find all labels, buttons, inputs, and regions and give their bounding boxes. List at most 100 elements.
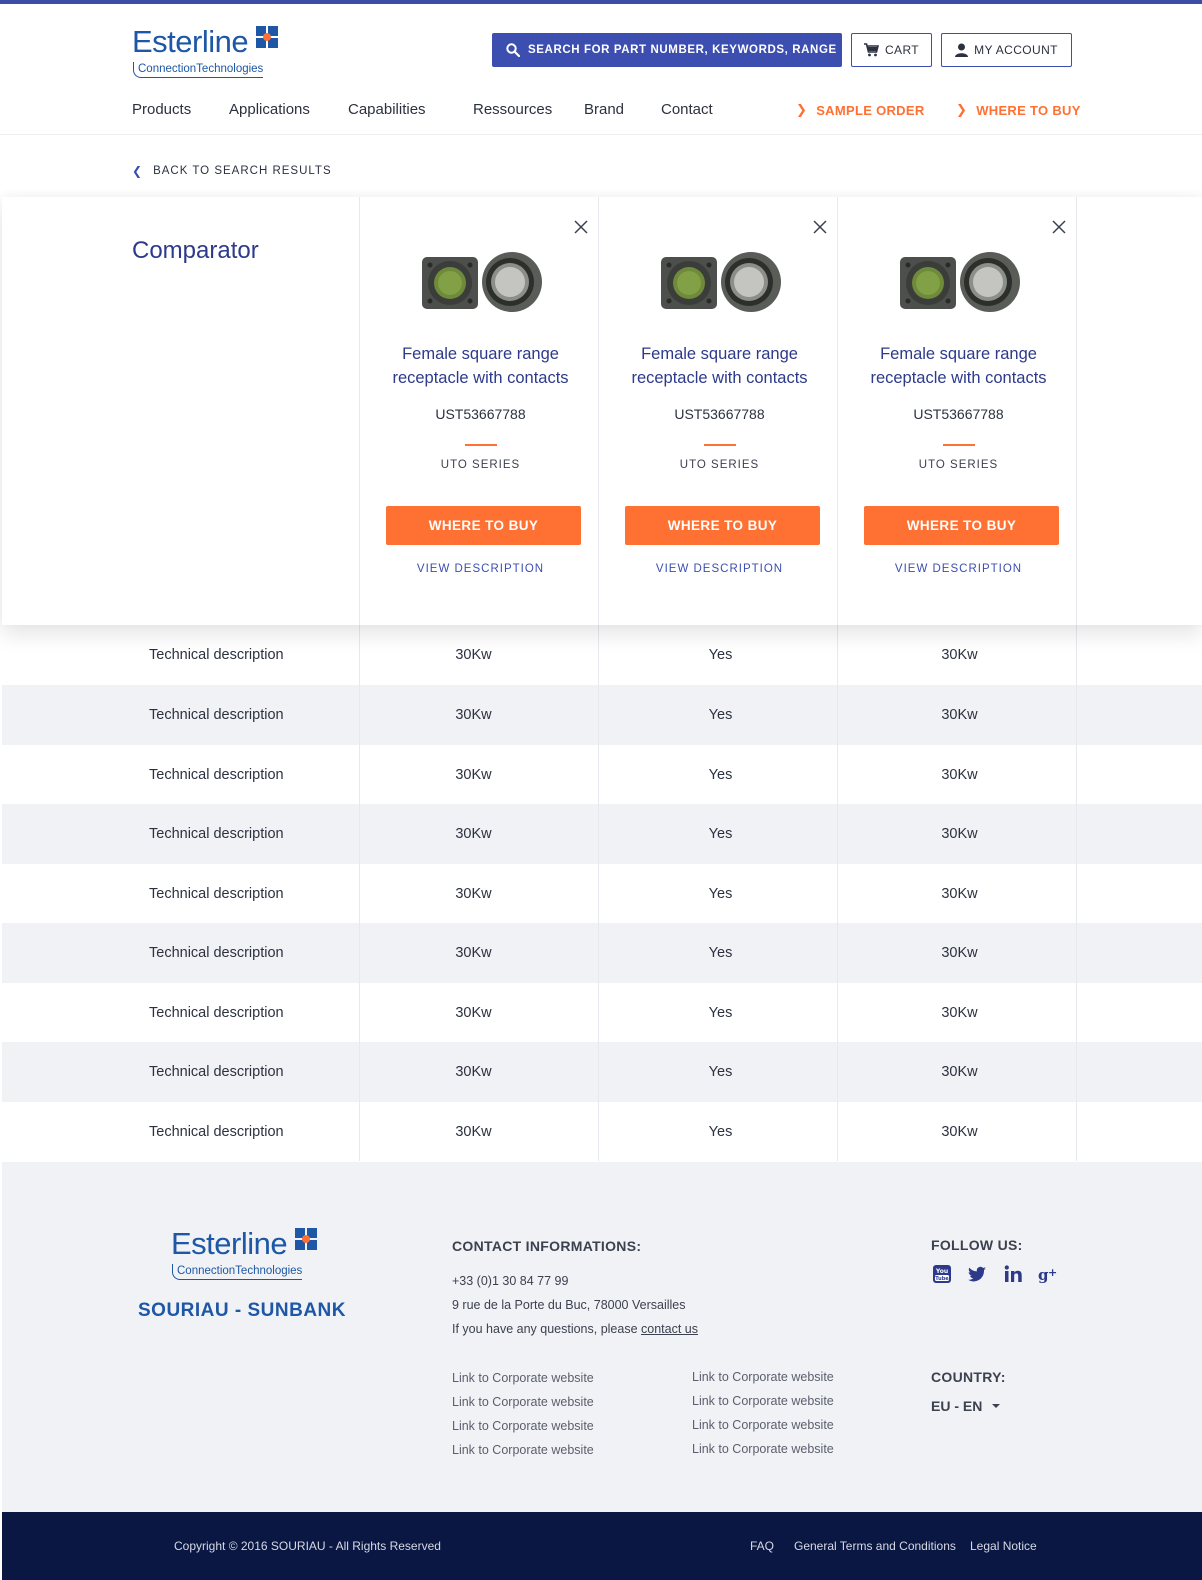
close-icon[interactable] <box>573 219 589 235</box>
faq-link[interactable]: FAQ <box>750 1539 774 1553</box>
chevron-right-icon: ❯ <box>796 102 808 117</box>
back-to-search-link[interactable]: ❮ BACK TO SEARCH RESULTS <box>132 164 332 178</box>
legal-notice-link[interactable]: Legal Notice <box>970 1539 1037 1553</box>
corporate-link[interactable]: Link to Corporate website <box>692 1418 834 1432</box>
product-series: UTO SERIES <box>679 459 760 471</box>
nav-products[interactable]: Products <box>132 101 191 118</box>
where-to-buy-button[interactable]: WHERE TO BUY <box>386 506 581 545</box>
product-column: Female square range receptacle with cont… <box>599 197 840 625</box>
corporate-link[interactable]: Link to Corporate website <box>452 1419 594 1433</box>
table-row: Technical description 30Kw Yes 30Kw <box>2 745 1202 805</box>
connector-image <box>900 252 1020 312</box>
row-value: Yes <box>708 1005 733 1021</box>
country-select[interactable]: EU - EN <box>931 1398 1001 1414</box>
nav-applications[interactable]: Applications <box>229 101 310 118</box>
contact-heading: CONTACT INFORMATIONS: <box>452 1238 642 1254</box>
close-icon[interactable] <box>812 219 828 235</box>
corporate-link[interactable]: Link to Corporate website <box>692 1442 834 1456</box>
nav-ressources[interactable]: Ressources <box>473 101 552 118</box>
row-value: 30Kw <box>455 1064 492 1080</box>
product-name-line: receptacle with contacts <box>631 369 808 387</box>
table-row: Technical description 30Kw Yes 30Kw <box>2 1042 1202 1102</box>
row-value: Yes <box>708 1124 733 1140</box>
row-label: Technical description <box>149 1124 284 1140</box>
row-value: 30Kw <box>455 886 492 902</box>
table-divider <box>598 625 599 1161</box>
terms-link[interactable]: General Terms and Conditions <box>794 1539 956 1553</box>
cart-button[interactable]: CART <box>851 33 932 67</box>
contact-address: 9 rue de la Porte du Buc, 78000 Versaill… <box>452 1298 686 1312</box>
cart-label: CART <box>884 43 920 57</box>
svg-text:+: + <box>1048 1266 1057 1279</box>
row-label: Technical description <box>149 647 284 663</box>
row-value: Yes <box>708 707 733 723</box>
copyright-text: Copyright © 2016 SOURIAU - All Rights Re… <box>174 1539 441 1553</box>
product-series: UTO SERIES <box>440 459 521 471</box>
where-to-buy-button[interactable]: WHERE TO BUY <box>864 506 1059 545</box>
corporate-link[interactable]: Link to Corporate website <box>452 1443 594 1457</box>
my-account-button[interactable]: MY ACCOUNT <box>941 33 1072 67</box>
accent-separator <box>704 444 736 446</box>
country-heading: COUNTRY: <box>931 1369 1006 1385</box>
comparator-card: Comparator Female square range receptacl… <box>2 197 1202 625</box>
row-value: 30Kw <box>455 1124 492 1140</box>
accent-separator <box>465 444 497 446</box>
accent-separator <box>943 444 975 446</box>
youtube-icon[interactable]: You Tube <box>931 1263 953 1285</box>
view-description-link[interactable]: VIEW DESCRIPTION <box>599 563 840 575</box>
sample-order-label: SAMPLE ORDER <box>816 102 925 118</box>
corporate-link[interactable]: Link to Corporate website <box>452 1371 594 1385</box>
top-accent-bar <box>0 0 1202 4</box>
table-row: Technical description 30Kw Yes 30Kw <box>2 625 1202 685</box>
row-label: Technical description <box>149 767 284 783</box>
linkedin-icon[interactable] <box>1002 1263 1024 1285</box>
row-value: Yes <box>708 767 733 783</box>
corporate-link[interactable]: Link to Corporate website <box>692 1370 834 1384</box>
contact-question: If you have any questions, please contac… <box>452 1322 698 1336</box>
where-to-buy-button[interactable]: WHERE TO BUY <box>625 506 820 545</box>
nav-contact[interactable]: Contact <box>661 101 713 118</box>
table-divider <box>837 625 838 1161</box>
twitter-icon[interactable] <box>966 1263 988 1285</box>
connector-image <box>422 252 542 312</box>
row-label: Technical description <box>149 945 284 961</box>
google-plus-icon[interactable]: g + <box>1036 1263 1058 1285</box>
row-value: 30Kw <box>941 886 978 902</box>
close-icon[interactable] <box>1051 219 1067 235</box>
product-name: Female square range receptacle with cont… <box>599 342 840 390</box>
product-column: Female square range receptacle with cont… <box>838 197 1079 625</box>
view-description-link[interactable]: VIEW DESCRIPTION <box>838 563 1079 575</box>
corporate-link[interactable]: Link to Corporate website <box>692 1394 834 1408</box>
row-value: 30Kw <box>455 647 492 663</box>
table-row: Technical description 30Kw Yes 30Kw <box>2 685 1202 745</box>
corporate-link[interactable]: Link to Corporate website <box>452 1395 594 1409</box>
view-description-link[interactable]: VIEW DESCRIPTION <box>360 563 601 575</box>
svg-text:You: You <box>935 1268 948 1275</box>
row-gutter <box>2 625 130 1161</box>
row-value: 30Kw <box>455 826 492 842</box>
footer <box>2 1162 1202 1512</box>
row-value: Yes <box>708 886 733 902</box>
header-divider <box>0 134 1202 135</box>
contact-us-link[interactable]: contact us <box>641 1322 698 1336</box>
where-to-buy-link[interactable]: ❯ WHERE TO BUY <box>956 102 1081 118</box>
contact-phone: +33 (0)1 30 84 77 99 <box>452 1274 569 1288</box>
sample-order-link[interactable]: ❯ SAMPLE ORDER <box>796 102 925 118</box>
nav-capabilities[interactable]: Capabilities <box>348 101 426 118</box>
brand-line: SOURIAU - SUNBANK <box>138 1300 346 1321</box>
where-to-buy-label: WHERE TO BUY <box>976 102 1081 118</box>
search-button[interactable]: SEARCH FOR PART NUMBER, KEYWORDS, RANGE <box>492 33 842 67</box>
row-value: 30Kw <box>455 767 492 783</box>
row-value: Yes <box>708 945 733 961</box>
caret-down-icon <box>992 1404 1001 1408</box>
footer-esterline-logo[interactable]: Esterline ConnectionTechnologies <box>171 1228 321 1284</box>
product-reference: UST53667788 <box>913 406 1004 422</box>
nav-brand[interactable]: Brand <box>584 101 624 118</box>
row-value: Yes <box>708 1064 733 1080</box>
svg-text:Tube: Tube <box>935 1276 949 1282</box>
account-label: MY ACCOUNT <box>974 43 1058 57</box>
user-icon <box>955 43 969 57</box>
logo-tagline: ConnectionTechnologies <box>133 62 264 78</box>
esterline-logo[interactable]: Esterline ConnectionTechnologies <box>132 26 278 80</box>
logo-mark-icon <box>295 1228 317 1250</box>
